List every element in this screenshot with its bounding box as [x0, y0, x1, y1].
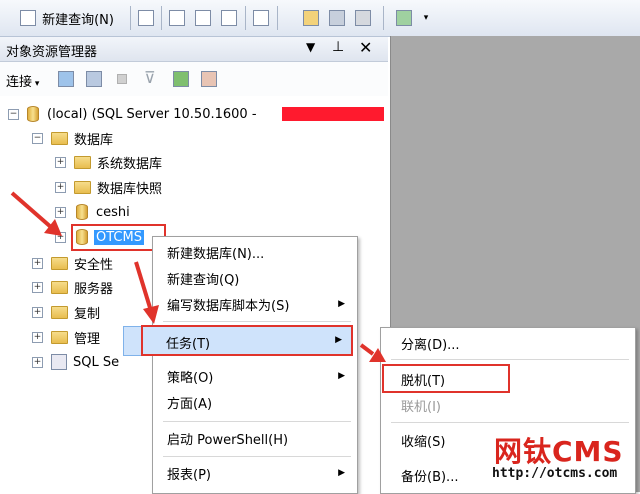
watermark-url: http://otcms.com [492, 466, 618, 481]
arrow-to-tasks [134, 261, 153, 312]
annotation-arrows [10, 191, 386, 362]
watermark-brand: 网钛CMS [494, 435, 624, 468]
arrow-to-otcms [10, 191, 54, 230]
arrow-to-offline [359, 343, 375, 356]
